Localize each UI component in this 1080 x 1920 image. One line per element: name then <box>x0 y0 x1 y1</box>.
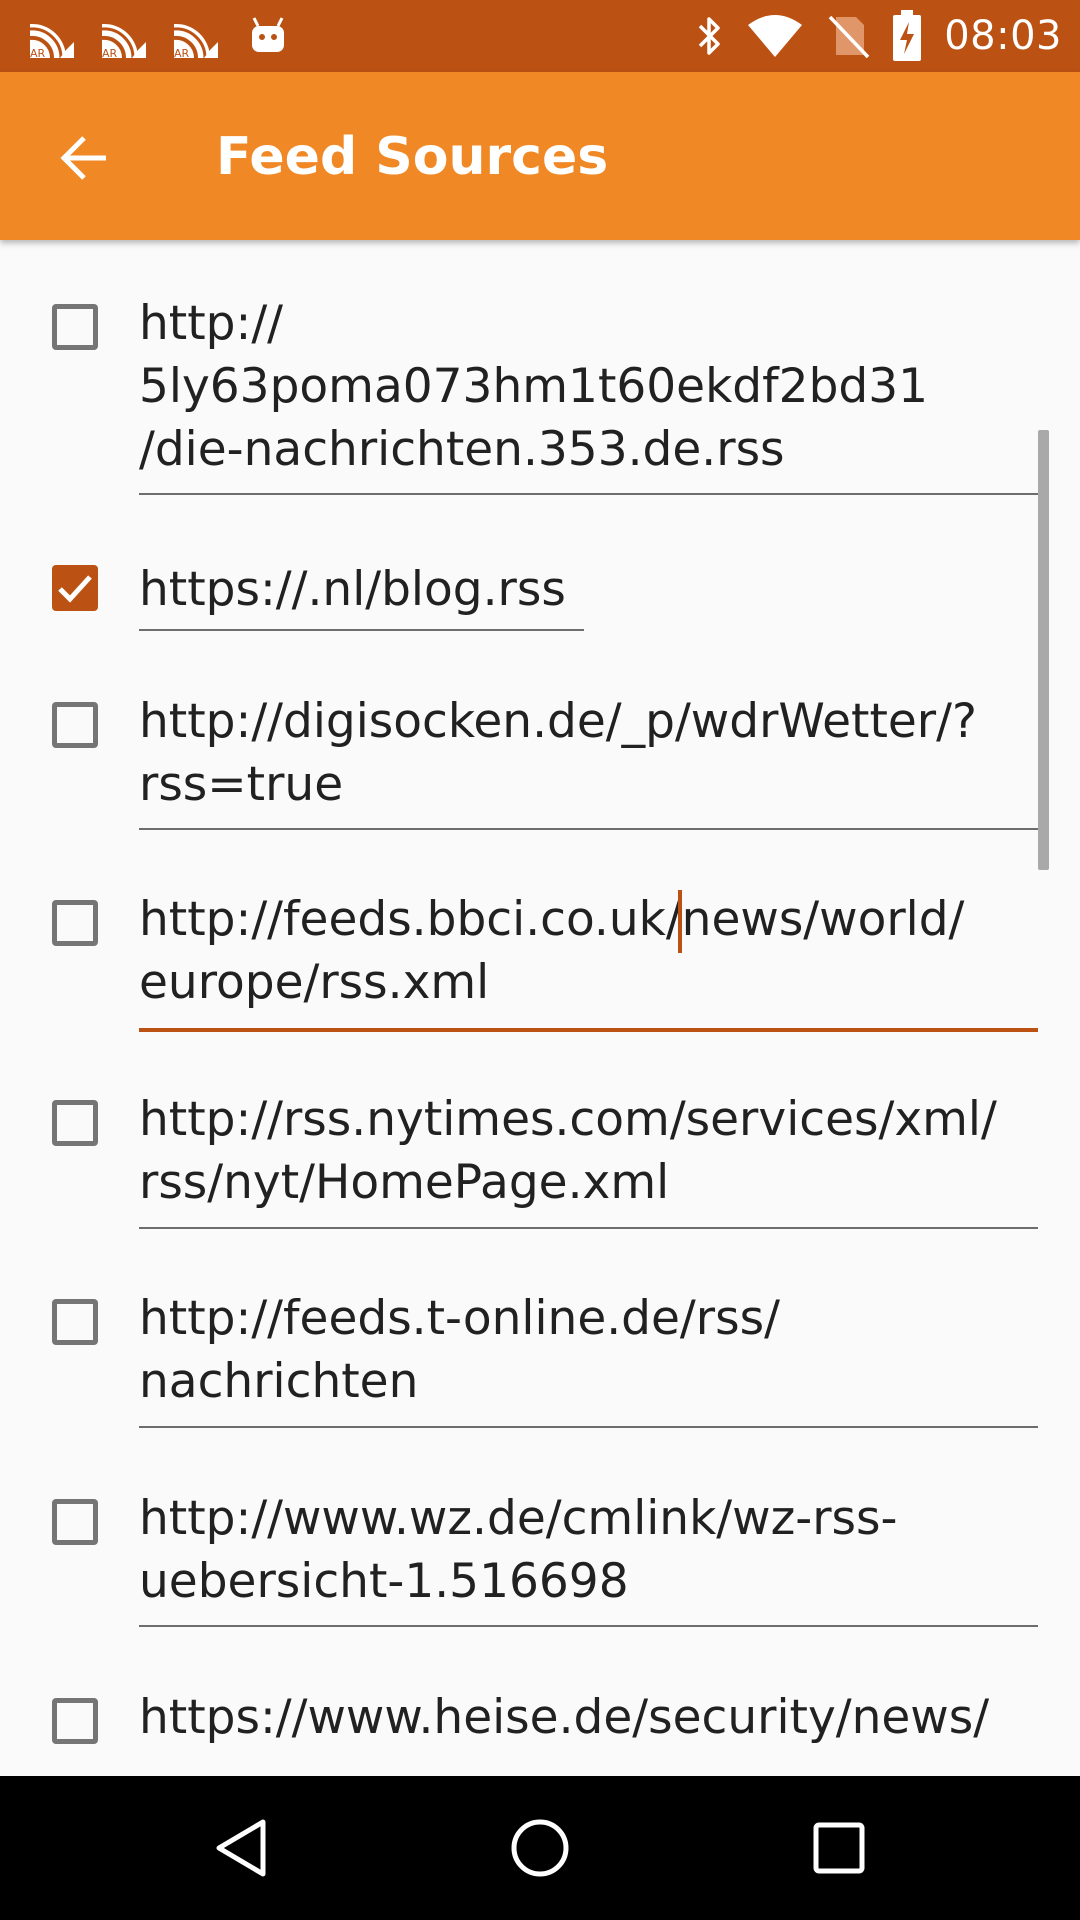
system-nav-bar <box>0 1776 1080 1920</box>
feed-url-input[interactable]: http://digisocken.de/_p/wdrWetter/? rss=… <box>139 690 1039 816</box>
scrollbar[interactable] <box>1038 430 1049 870</box>
nav-recents-icon <box>813 1822 865 1874</box>
nav-recents-button[interactable] <box>789 1798 889 1898</box>
battery-charging-icon <box>893 10 922 61</box>
feed-checkbox[interactable] <box>52 1299 98 1345</box>
list-item: http://www.wz.de/cmlink/wz-rss- uebersic… <box>0 1446 1080 1646</box>
list-item: http://feeds.t-online.de/rss/ nachrichte… <box>0 1246 1080 1446</box>
input-underline <box>139 828 1038 830</box>
feed-checkbox[interactable] <box>52 1698 98 1744</box>
feed-url-input[interactable]: http://rss.nytimes.com/services/xml/ rss… <box>139 1088 1039 1214</box>
input-underline <box>139 1625 1038 1627</box>
feed-url-input[interactable]: https://www.heise.de/security/news/ <box>139 1686 1039 1749</box>
input-underline <box>139 1426 1038 1428</box>
feed-list[interactable]: http:// 5ly63poma073hm1t60ekdf2bd31 /die… <box>0 240 1080 1776</box>
list-item: https://www.heise.de/security/news/ <box>0 1646 1080 1776</box>
ar-feed-icon: AR <box>29 23 74 60</box>
input-underline-focused <box>139 1028 1038 1032</box>
ar-feed-icon: AR <box>101 23 146 60</box>
feed-checkbox[interactable] <box>52 1100 98 1146</box>
input-underline <box>139 629 584 631</box>
nav-home-icon <box>511 1819 569 1877</box>
system-status-icons: 08:03 <box>694 0 1062 72</box>
page-title: Feed Sources <box>216 127 609 187</box>
arrow-left-icon <box>60 136 106 180</box>
list-item: http://feeds.bbci.co.uk/news/world/ euro… <box>0 846 1080 1046</box>
feed-checkbox[interactable] <box>52 304 98 350</box>
text-cursor <box>678 890 682 953</box>
nav-home-button[interactable] <box>490 1798 590 1898</box>
feed-url-input-focused[interactable]: http://feeds.bbci.co.uk/news/world/ euro… <box>139 888 1039 1014</box>
input-underline <box>139 1227 1038 1229</box>
feed-url-input[interactable]: http://www.wz.de/cmlink/wz-rss- uebersic… <box>139 1487 1039 1613</box>
svg-text:AR: AR <box>30 47 46 60</box>
list-item: http://rss.nytimes.com/services/xml/ rss… <box>0 1046 1080 1246</box>
svg-text:AR: AR <box>174 47 190 60</box>
feed-checkbox[interactable] <box>52 900 98 946</box>
feed-url-input[interactable]: http:// 5ly63poma073hm1t60ekdf2bd31 /die… <box>139 292 1039 481</box>
input-underline <box>139 493 1038 495</box>
android-icon <box>252 17 284 52</box>
feed-url-input[interactable]: http://feeds.t-online.de/rss/ nachrichte… <box>139 1287 1039 1413</box>
list-item: http://digisocken.de/_p/wdrWetter/? rss=… <box>0 646 1080 846</box>
ar-feed-icon: AR <box>173 23 218 60</box>
status-clock: 08:03 <box>944 13 1062 59</box>
no-sim-icon <box>828 15 870 59</box>
nav-back-button[interactable] <box>191 1798 291 1898</box>
feed-url-input[interactable]: https://.nl/blog.rss <box>139 558 1039 621</box>
bluetooth-icon <box>698 17 720 55</box>
back-button[interactable] <box>44 118 124 198</box>
app-toolbar: Feed Sources <box>0 72 1080 240</box>
feed-checkbox[interactable] <box>52 702 98 748</box>
wifi-icon <box>748 15 803 57</box>
feed-checkbox[interactable] <box>52 1499 98 1545</box>
checkmark-icon <box>58 575 92 603</box>
nav-back-icon <box>216 1819 266 1877</box>
list-item: https://.nl/blog.rss <box>0 510 1080 646</box>
svg-text:AR: AR <box>102 47 118 60</box>
notification-icons: AR AR AR <box>26 10 294 62</box>
feed-checkbox[interactable] <box>52 565 98 611</box>
status-bar: AR AR AR 08:03 <box>0 0 1080 72</box>
list-item: http:// 5ly63poma073hm1t60ekdf2bd31 /die… <box>0 240 1080 510</box>
